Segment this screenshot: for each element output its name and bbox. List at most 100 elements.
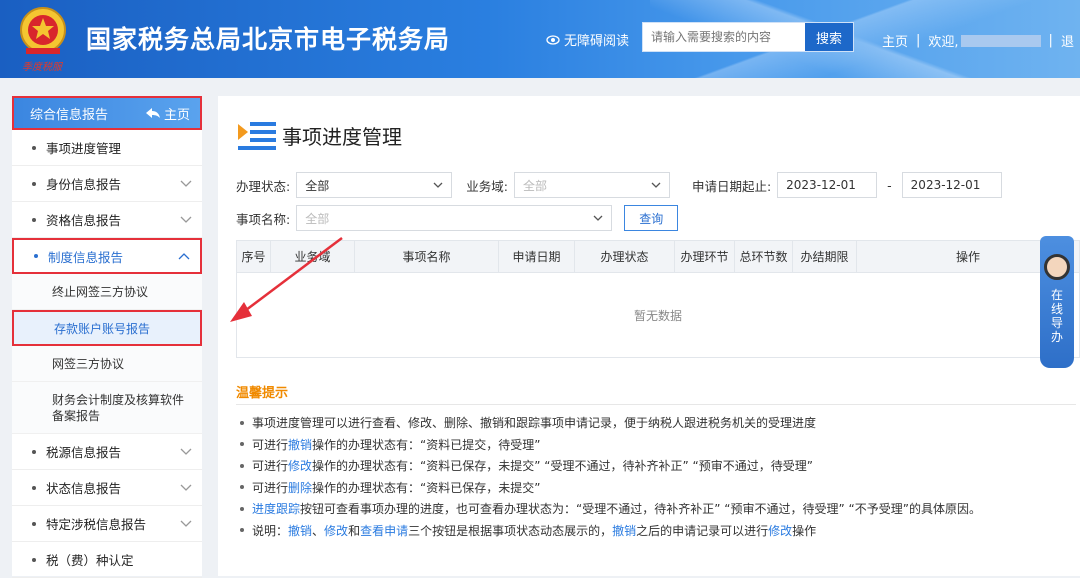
sidebar-item-specific-tax[interactable]: 特定涉税信息报告 <box>12 506 202 542</box>
table-header: 序号 业务域 事项名称 申请日期 办理状态 办理环节 总环节数 办结期限 操作 <box>237 241 1079 273</box>
item-name-select[interactable]: 全部 <box>296 205 613 231</box>
sidebar-subitem-terminate-agreement[interactable]: 终止网签三方协议 <box>12 274 202 310</box>
chevron-down-icon <box>433 182 443 188</box>
tip-link-track[interactable]: 进度跟踪 <box>252 500 300 517</box>
chevron-up-icon <box>178 253 190 260</box>
tip-link-modify[interactable]: 修改 <box>288 457 312 474</box>
sidebar-item-status[interactable]: 状态信息报告 <box>12 470 202 506</box>
column-header: 申请日期 <box>499 241 575 272</box>
column-header: 办结期限 <box>793 241 857 272</box>
sidebar-item-tax-source[interactable]: 税源信息报告 <box>12 434 202 470</box>
sidebar-subitem-bank-account[interactable]: 存款账户账号报告 <box>12 310 202 346</box>
nav-divider: | <box>1048 33 1053 48</box>
chevron-down-icon <box>180 484 192 491</box>
chevron-down-icon <box>651 182 661 188</box>
top-nav: 主页 | 欢迎, | 退 <box>882 31 1074 50</box>
tip-link-delete[interactable]: 删除 <box>288 479 312 496</box>
page-title: 事项进度管理 <box>236 118 402 152</box>
tips-divider <box>236 404 1076 405</box>
tip-line: 可进行 修改 操作的办理状态有：“资料已保存，未提交” “受理不通过，待补齐补正” … <box>240 455 981 477</box>
query-button[interactable]: 查询 <box>624 205 679 231</box>
item-name-label: 事项名称: <box>236 211 291 227</box>
eye-icon <box>546 34 560 45</box>
accessibility-label: 无障碍阅读 <box>564 34 630 49</box>
back-arrow-icon <box>145 108 160 118</box>
bullet-icon <box>32 485 36 490</box>
column-header: 总环节数 <box>735 241 793 272</box>
domain-label: 业务域: <box>466 178 508 194</box>
column-header: 办理状态 <box>575 241 675 272</box>
sidebar-item-label: 身份信息报告 <box>46 177 122 192</box>
nav-home-link[interactable]: 主页 <box>882 31 908 50</box>
sidebar-item-label: 特定涉税信息报告 <box>46 517 147 532</box>
chevron-down-icon <box>180 448 192 455</box>
domain-select-placeholder: 全部 <box>522 178 547 193</box>
sidebar-item-label: 税源信息报告 <box>46 445 122 460</box>
search-button[interactable]: 搜索 <box>805 23 853 51</box>
tip-line: 可进行 删除 操作的办理状态有：“资料已保存，未提交” <box>240 477 981 499</box>
accessibility-link[interactable]: 无障碍阅读 <box>546 30 629 49</box>
tip-line: 进度跟踪 按钮可查看事项办理的进度，也可查看办理状态为：“受理不通过，待补齐补正”… <box>240 498 981 520</box>
chevron-down-icon <box>180 216 192 223</box>
status-select[interactable]: 全部 <box>296 172 453 198</box>
bullet-icon <box>32 557 36 562</box>
column-header: 序号 <box>237 241 271 272</box>
site-title: 国家税务总局北京市电子税务局 <box>86 25 451 54</box>
bullet-icon <box>32 449 36 454</box>
sidebar-item-label: 资格信息报告 <box>46 213 122 228</box>
column-header: 办理环节 <box>675 241 735 272</box>
site-header: 季度税服 国家税务总局北京市电子税务局 无障碍阅读 搜索 主页 | 欢迎, | … <box>0 0 1080 78</box>
tip-line: 可进行 撤销 操作的办理状态有：“资料已提交，待受理” <box>240 434 981 456</box>
sidebar-item-system[interactable]: 制度信息报告 <box>12 238 202 274</box>
bullet-icon <box>32 181 36 186</box>
search-input[interactable] <box>643 23 805 51</box>
nav-divider: | <box>916 33 921 48</box>
tip-link-cancel[interactable]: 撤销 <box>288 436 312 453</box>
tax-emblem-icon <box>20 7 66 54</box>
sidebar-header[interactable]: 综合信息报告 主页 <box>12 96 202 130</box>
emblem-caption: 季度税服 <box>22 62 62 73</box>
status-label: 办理状态: <box>236 178 291 194</box>
tips-list: 事项进度管理可以进行查看、修改、删除、撤销和跟踪事项申请记录，便于纳税人跟进税务… <box>240 412 981 541</box>
online-guide-button[interactable]: 在线导办 <box>1040 236 1074 368</box>
header-search: 搜索 <box>642 22 854 52</box>
domain-select[interactable]: 全部 <box>513 172 670 198</box>
sidebar-item-label: 状态信息报告 <box>46 481 122 496</box>
sidebar-home-label: 主页 <box>163 107 190 123</box>
filter-row-1: 办理状态: 全部 业务域: 全部 申请日期起止: 2023-12-01 - 20… <box>236 172 1002 198</box>
date-separator: - <box>887 177 892 193</box>
page-title-text: 事项进度管理 <box>282 124 402 149</box>
welcome-text: 欢迎, <box>928 35 959 50</box>
bullet-icon <box>34 254 38 258</box>
sidebar-subitem-accounting-system[interactable]: 财务会计制度及核算软件备案报告 <box>12 382 202 434</box>
column-header: 事项名称 <box>355 241 499 272</box>
tip-link-modify[interactable]: 修改 <box>768 522 792 539</box>
sidebar-item-qualification[interactable]: 资格信息报告 <box>12 202 202 238</box>
tip-link-modify[interactable]: 修改 <box>324 522 348 539</box>
bullet-icon <box>32 145 36 150</box>
progress-table: 序号 业务域 事项名称 申请日期 办理状态 办理环节 总环节数 办结期限 操作 … <box>236 240 1080 358</box>
bullet-icon <box>32 217 36 222</box>
nav-logout-link[interactable]: 退 <box>1061 31 1074 50</box>
tip-link-cancel[interactable]: 撤销 <box>288 522 312 539</box>
status-select-value: 全部 <box>305 178 330 193</box>
sidebar-item-identity[interactable]: 身份信息报告 <box>12 166 202 202</box>
sidebar-item-label: 制度信息报告 <box>48 249 124 265</box>
list-icon <box>238 122 276 150</box>
tip-line: 说明： 撤销、修改和查看申请 三个按钮是根据事项状态动态展示的， 撤销 之后的申请记录可… <box>240 520 981 542</box>
date-start-input[interactable]: 2023-12-01 <box>777 172 878 198</box>
date-end-input[interactable]: 2023-12-01 <box>901 172 1002 198</box>
tip-line: 事项进度管理可以进行查看、修改、删除、撤销和跟踪事项申请记录，便于纳税人跟进税务… <box>240 412 981 434</box>
sidebar: 综合信息报告 主页 事项进度管理 身份信息报告 资格信息报告 制度信息报告 终止… <box>12 96 202 578</box>
filter-row-2: 事项名称: 全部 查询 <box>236 205 679 231</box>
tip-link-view[interactable]: 查看申请 <box>360 522 408 539</box>
chevron-down-icon <box>593 215 603 221</box>
column-header: 业务域 <box>271 241 355 272</box>
main-panel: 事项进度管理 办理状态: 全部 业务域: 全部 申请日期起止: 2023-12-… <box>218 96 1080 576</box>
sidebar-subitem-sign-agreement[interactable]: 网签三方协议 <box>12 346 202 382</box>
sidebar-home-link[interactable]: 主页 <box>145 104 190 123</box>
tip-link-cancel[interactable]: 撤销 <box>612 522 636 539</box>
sidebar-item-tax-type[interactable]: 税（费）种认定 <box>12 542 202 578</box>
tips-title: 温馨提示 <box>236 386 289 401</box>
sidebar-item-progress[interactable]: 事项进度管理 <box>12 130 202 166</box>
